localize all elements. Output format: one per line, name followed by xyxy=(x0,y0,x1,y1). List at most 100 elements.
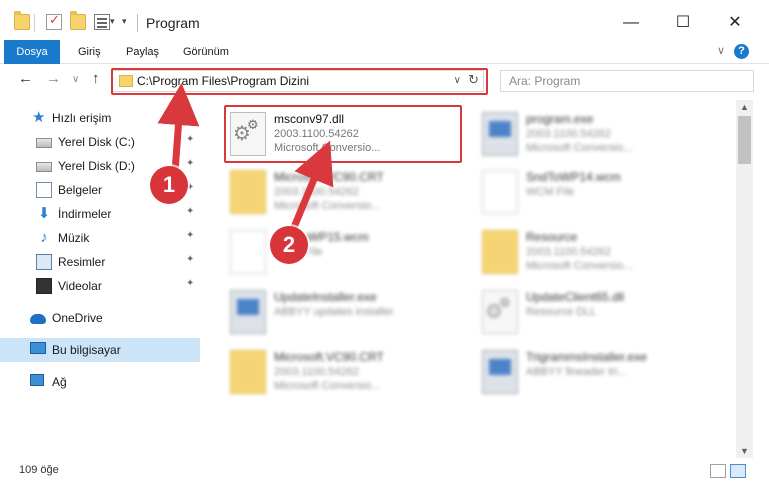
videos-icon xyxy=(36,278,52,294)
this-pc-icon xyxy=(30,342,46,354)
folder-icon xyxy=(482,230,518,274)
file-description: Microsoft Conversio... xyxy=(274,200,381,212)
minimize-button[interactable]: — xyxy=(616,12,646,34)
view-options-icon[interactable] xyxy=(94,14,110,30)
file-item[interactable]: program.exe 2003.1100.54262 Microsoft Co… xyxy=(472,106,712,162)
file-description: Resource DLL xyxy=(526,306,597,318)
maximize-button[interactable]: ☐ xyxy=(668,12,698,34)
properties-check-icon[interactable] xyxy=(46,12,62,30)
ribbon-expand-icon[interactable]: ∨ xyxy=(717,44,725,57)
sidebar-item-this-pc[interactable]: Bu bilgisayar xyxy=(0,338,200,362)
new-folder-icon[interactable] xyxy=(70,11,86,30)
sidebar-item-label: Videolar xyxy=(58,279,102,293)
folder-icon xyxy=(230,350,266,394)
sidebar-item-network[interactable]: Ağ xyxy=(0,370,200,394)
file-item[interactable]: Microsoft.VC90.CRT 2003.1100.54262 Micro… xyxy=(220,164,460,220)
file-description: ABBYY fineader tri... xyxy=(526,366,627,378)
sidebar-item-downloads[interactable]: ⬇ İndirmeler ✦ xyxy=(0,202,200,226)
tab-file[interactable]: Dosya xyxy=(4,40,60,64)
sidebar-item-label: Resimler xyxy=(58,255,106,269)
sidebar-item-quick-access[interactable]: ★ Hızlı erişim xyxy=(0,106,200,130)
pin-icon[interactable]: ✦ xyxy=(186,206,194,217)
pin-icon[interactable]: ✦ xyxy=(186,254,194,265)
scroll-up-icon[interactable]: ▲ xyxy=(740,102,749,112)
file-item[interactable]: SndToWP14.wcm WCM File xyxy=(472,164,712,220)
help-icon[interactable]: ? xyxy=(734,44,749,59)
step-2-badge: 2 xyxy=(270,226,308,264)
up-arrow-icon[interactable]: ↑ xyxy=(92,70,100,87)
pin-icon[interactable]: ✦ xyxy=(186,158,194,169)
sidebar-item-videos[interactable]: Videolar ✦ xyxy=(0,274,200,298)
pictures-icon xyxy=(36,254,52,270)
quick-access-separator xyxy=(34,14,35,32)
executable-icon xyxy=(482,350,518,394)
folder-icon xyxy=(14,11,30,30)
file-name: program.exe xyxy=(526,112,594,126)
file-version: 2003.1100.54262 xyxy=(526,128,611,140)
tab-home[interactable]: Giriş xyxy=(78,40,101,64)
dll-gear-icon xyxy=(482,290,518,334)
navigation-pane: ★ Hızlı erişim Yerel Disk (C:) ✦ Yerel D… xyxy=(0,100,200,458)
recent-locations-icon[interactable]: ∨ xyxy=(72,74,79,85)
sidebar-item-label: Bu bilgisayar xyxy=(52,343,121,357)
close-button[interactable]: ✕ xyxy=(720,12,750,34)
file-item[interactable]: UpdateClient65.dll Resource DLL xyxy=(472,284,712,340)
file-name: Resource xyxy=(526,230,578,244)
sidebar-item-label: Yerel Disk (D:) xyxy=(58,159,135,173)
file-name: UpdateClient65.dll xyxy=(526,290,625,304)
search-input[interactable]: Ara: Program xyxy=(500,70,754,92)
item-count: 109 öğe xyxy=(19,464,59,476)
folder-icon xyxy=(230,170,266,214)
file-description: Microsoft Conversio... xyxy=(274,380,381,392)
pin-icon[interactable]: ✦ xyxy=(186,134,194,145)
disk-icon xyxy=(36,138,52,148)
file-item[interactable]: UpdateInstaller.exe ABBYY updates instal… xyxy=(220,284,460,340)
executable-icon xyxy=(482,112,518,156)
tiles-view-icon[interactable] xyxy=(730,464,746,478)
pin-icon[interactable]: ✦ xyxy=(186,230,194,241)
sidebar-item-label: OneDrive xyxy=(52,311,103,325)
status-bar: 109 öğe xyxy=(0,458,769,498)
sidebar-item-label: İndirmeler xyxy=(58,207,112,221)
scroll-down-icon[interactable]: ▼ xyxy=(740,446,749,456)
disk-icon xyxy=(36,162,52,172)
sidebar-item-label: Müzik xyxy=(58,231,90,245)
file-item[interactable]: SndToWP15.wcm WCM File xyxy=(220,224,460,280)
search-placeholder: Ara: Program xyxy=(509,74,581,88)
sidebar-item-label: Hızlı erişim xyxy=(52,111,112,125)
file-name: Microsoft.VC90.CRT xyxy=(274,170,384,184)
tab-view[interactable]: Görünüm xyxy=(183,40,229,64)
sidebar-item-local-disk-c[interactable]: Yerel Disk (C:) ✦ xyxy=(0,130,200,154)
file-item[interactable]: TrigrammsInstaller.exe ABBYY fineader tr… xyxy=(472,344,712,400)
star-icon: ★ xyxy=(32,109,46,126)
documents-icon xyxy=(36,182,52,198)
ribbon-tabs: Dosya Giriş Paylaş Görünüm ∨ ? xyxy=(0,40,769,64)
network-icon xyxy=(30,374,44,386)
address-highlight-annotation xyxy=(111,68,488,95)
details-view-icon[interactable] xyxy=(710,464,726,478)
onedrive-icon xyxy=(30,314,46,324)
file-item[interactable]: Microsoft.VC90.CRT 2003.1100.54262 Micro… xyxy=(220,344,460,400)
pin-icon[interactable]: ✦ xyxy=(186,278,194,289)
download-icon: ⬇ xyxy=(37,205,51,222)
sidebar-item-pictures[interactable]: Resimler ✦ xyxy=(0,250,200,274)
view-dropdown-icon[interactable]: ▾ xyxy=(110,16,115,27)
executable-icon xyxy=(230,290,266,334)
tab-share[interactable]: Paylaş xyxy=(126,40,159,64)
vertical-scrollbar[interactable]: ▲ ▼ xyxy=(736,100,753,458)
file-highlight-annotation xyxy=(224,105,462,163)
back-arrow-icon[interactable]: ← xyxy=(18,70,33,87)
file-description: Microsoft Conversio... xyxy=(526,260,633,272)
forward-arrow-icon[interactable]: → xyxy=(46,70,61,87)
sidebar-item-onedrive[interactable]: OneDrive xyxy=(0,306,200,330)
scroll-thumb[interactable] xyxy=(738,116,751,164)
window-title: Program xyxy=(146,15,200,31)
file-item[interactable]: Resource 2003.1100.54262 Microsoft Conve… xyxy=(472,224,712,280)
sidebar-item-music[interactable]: ♪ Müzik ✦ xyxy=(0,226,200,250)
step-1-badge: 1 xyxy=(150,166,188,204)
file-description: ABBYY updates installer xyxy=(274,306,394,318)
file-name: TrigrammsInstaller.exe xyxy=(526,350,647,364)
file-version: 2003.1100.54262 xyxy=(274,186,359,198)
file-name: SndToWP14.wcm xyxy=(526,170,621,184)
customize-quick-access-icon[interactable]: ▾ xyxy=(122,16,127,27)
